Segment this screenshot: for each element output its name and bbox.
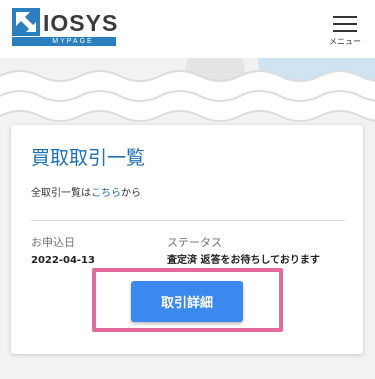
header: IOSYS MYPAGE メニュー [0, 0, 375, 58]
menu-label: メニュー [329, 37, 361, 46]
hamburger-icon [333, 14, 357, 34]
logo-subtitle: MYPAGE [12, 37, 116, 46]
all-transactions-suffix: から [121, 188, 141, 199]
iosys-logo[interactable]: IOSYS MYPAGE [12, 8, 118, 48]
all-transactions-prefix: 全取引一覧は [31, 188, 91, 199]
status-value: 査定済 返答をお待ちしております [167, 255, 320, 266]
application-date-label: お申込日 [31, 236, 75, 249]
logo-text: IOSYS [43, 10, 119, 36]
all-transactions-text: 全取引一覧はこちらから [31, 187, 141, 201]
hero-wave-banner [0, 58, 375, 128]
status-label: ステータス [167, 236, 222, 249]
transaction-detail-button[interactable]: 取引詳細 [131, 281, 243, 322]
divider [31, 220, 345, 221]
page-title: 買取取引一覧 [31, 147, 146, 169]
application-date-value: 2022-04-13 [31, 255, 95, 266]
logo-arrow-icon [12, 8, 40, 36]
all-transactions-link[interactable]: こちら [91, 188, 121, 199]
menu-button[interactable]: メニュー [325, 12, 365, 52]
